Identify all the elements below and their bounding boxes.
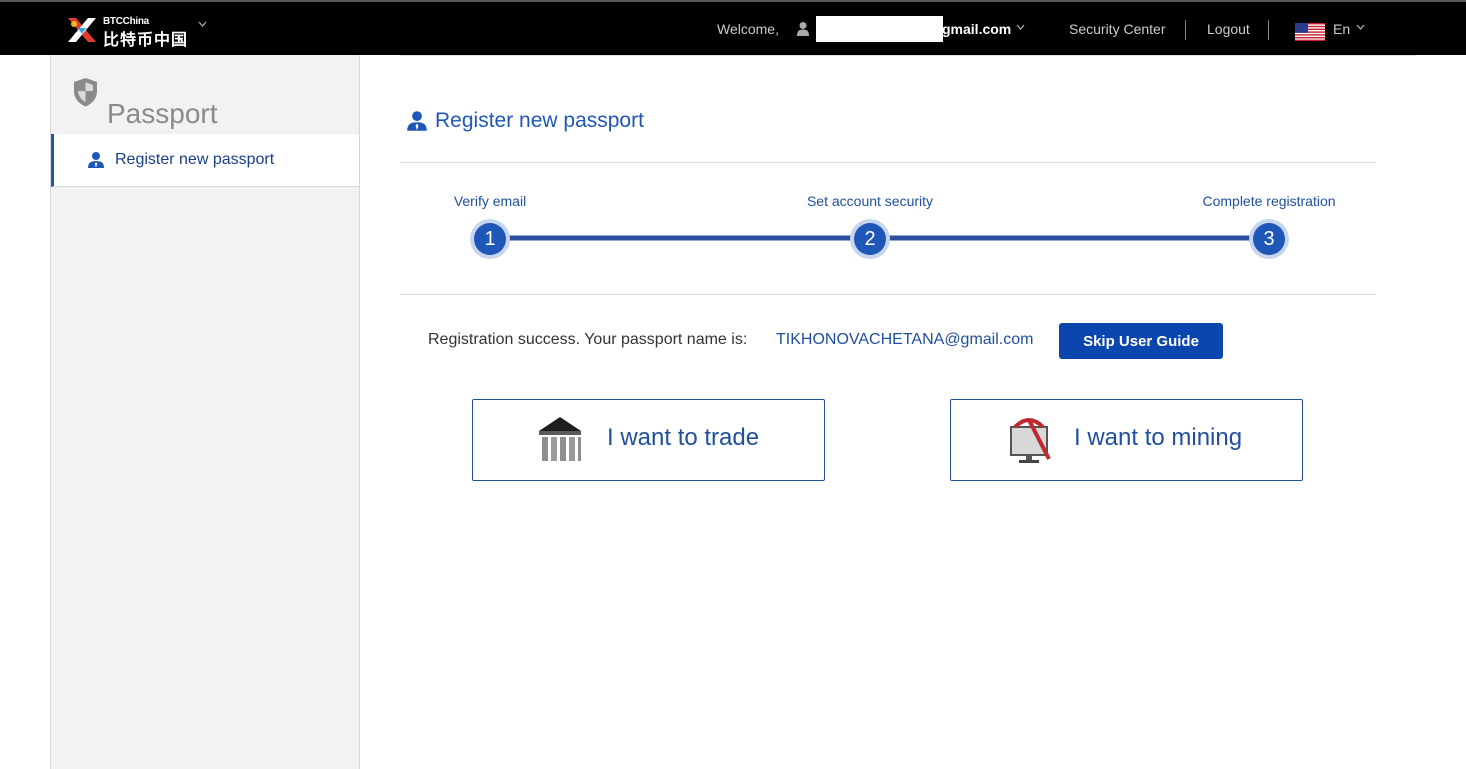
content-top-divider <box>400 55 1416 56</box>
chevron-down-icon[interactable] <box>198 21 207 27</box>
step-connector-line <box>505 235 855 241</box>
security-center-link[interactable]: Security Center <box>1069 21 1165 37</box>
user-icon <box>88 152 104 168</box>
divider <box>400 294 1376 295</box>
logo-chinese-text: 比特币中国 <box>103 32 189 49</box>
user-email-menu[interactable]: gmail.com <box>942 21 1011 37</box>
registration-success-message: Registration success. Your passport name… <box>428 331 748 348</box>
step-label-verify-email: Verify email <box>453 193 527 209</box>
top-navigation-bar: BTCChina 比特币中国 Welcome, gmail.com Securi… <box>0 0 1466 55</box>
step-3-indicator: 3 <box>1249 219 1289 259</box>
page-title: Register new passport <box>435 109 644 132</box>
mining-option-button[interactable]: I want to mining <box>950 399 1303 481</box>
mining-icon <box>1010 418 1051 463</box>
chevron-down-icon[interactable] <box>1356 24 1365 30</box>
sidebar: Passport Register new passport <box>50 55 360 769</box>
divider <box>400 162 1376 163</box>
step-1-indicator: 1 <box>470 219 510 259</box>
step-number: 1 <box>474 223 506 255</box>
user-icon <box>407 111 427 131</box>
sidebar-item-register-new-passport[interactable]: Register new passport <box>51 134 359 187</box>
nav-divider <box>1268 20 1269 40</box>
language-selector[interactable]: En <box>1333 21 1350 37</box>
step-connector-line <box>886 235 1254 241</box>
trade-option-button[interactable]: I want to trade <box>472 399 825 481</box>
logo-mark-icon <box>68 18 96 42</box>
sidebar-header: Passport <box>51 55 359 135</box>
step-label-complete-registration: Complete registration <box>1202 193 1336 209</box>
chevron-down-icon[interactable] <box>1016 24 1025 30</box>
step-number: 3 <box>1253 223 1285 255</box>
shield-icon <box>74 78 97 107</box>
sidebar-item-label: Register new passport <box>115 151 275 168</box>
redacted-email-mask <box>816 16 943 42</box>
mining-option-label: I want to mining <box>1074 424 1243 451</box>
logout-link[interactable]: Logout <box>1207 21 1250 37</box>
skip-user-guide-button[interactable]: Skip User Guide <box>1059 323 1223 359</box>
step-2-indicator: 2 <box>850 219 890 259</box>
trade-option-label: I want to trade <box>607 424 760 451</box>
user-icon <box>797 22 809 36</box>
step-label-set-account-security: Set account security <box>806 193 934 209</box>
welcome-text: Welcome, <box>717 21 779 37</box>
sidebar-title: Passport <box>107 98 218 130</box>
us-flag-icon[interactable] <box>1295 23 1325 41</box>
passport-name: TIKHONOVACHETANA@gmail.com <box>776 331 1034 348</box>
step-number: 2 <box>854 223 886 255</box>
nav-divider <box>1185 20 1186 40</box>
bank-icon <box>539 417 581 461</box>
